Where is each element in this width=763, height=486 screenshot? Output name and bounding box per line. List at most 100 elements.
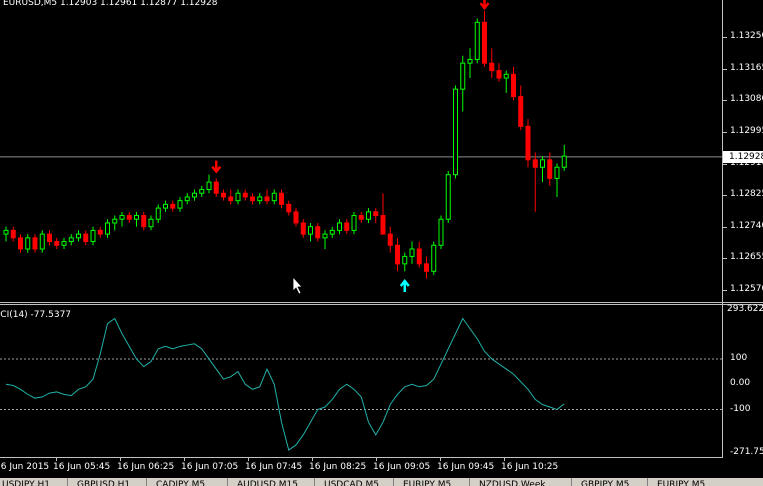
- chart-tab[interactable]: AUDUSD,M15: [227, 478, 303, 486]
- price-label: 1.12570: [730, 283, 763, 294]
- price-label: 1.12995: [730, 125, 763, 136]
- candle-body: [18, 237, 23, 250]
- price-tick: [722, 226, 727, 228]
- candle-body: [97, 229, 103, 235]
- candle-body: [242, 192, 248, 198]
- candle-body: [315, 226, 321, 239]
- candle-body: [250, 196, 255, 202]
- candle-body: [32, 237, 38, 250]
- chart-tab[interactable]: EURJPY,M5: [647, 478, 723, 486]
- candle-body: [61, 241, 67, 246]
- price-chart-pane[interactable]: EURUSD,M5 1.12903 1.12961 1.12877 1.1292…: [0, 0, 722, 301]
- time-tick: [184, 457, 185, 461]
- candle-body: [271, 192, 277, 202]
- sell-arrow: [479, 0, 490, 11]
- pane-separator-bottom[interactable]: [0, 304, 763, 305]
- indicator-pane[interactable]: CCI(14) -77.5377: [0, 306, 722, 457]
- time-label: 16 Jun 10:25: [501, 462, 559, 472]
- price-tick: [722, 163, 727, 165]
- chart-tab[interactable]: CADJPY,M5: [146, 478, 222, 486]
- sell-arrow-shape: [211, 160, 222, 174]
- price-tick: [722, 37, 727, 39]
- candle-body: [445, 174, 451, 220]
- candle-body: [351, 215, 357, 231]
- time-tick: [440, 457, 441, 461]
- indicator-title: CCI(14) -77.5377: [0, 310, 72, 320]
- time-tick: [120, 457, 121, 461]
- price-label: 1.12825: [730, 189, 763, 200]
- candle-body: [474, 21, 480, 60]
- candle-body: [482, 21, 487, 64]
- candle-body: [344, 222, 350, 231]
- candle-body: [264, 196, 270, 202]
- candle-body: [155, 207, 161, 220]
- time-label: 16 Jun 05:45: [53, 462, 111, 472]
- chart-tab-bar: USDJPY,H1 GBPUSD,H1 CADJPY,M5 AUDUSD,M15 USD…: [0, 478, 763, 486]
- sell-arrow-shape: [479, 0, 490, 11]
- candle-body: [25, 237, 31, 250]
- time-label: 16 Jun 06:25: [117, 462, 175, 472]
- candle-body: [402, 255, 408, 265]
- chart-tab[interactable]: NZDUSD,Weekly: [469, 478, 545, 486]
- candle-body: [540, 159, 545, 168]
- candle-body: [380, 215, 386, 235]
- candle-body: [395, 244, 400, 265]
- candle-body: [199, 189, 205, 194]
- time-label: 16 Jun 07:05: [181, 462, 239, 472]
- cci-chart-canvas[interactable]: [0, 306, 722, 457]
- candle-body: [547, 159, 553, 179]
- candle-body: [503, 73, 509, 79]
- candle-body: [170, 203, 176, 209]
- candle-body: [286, 203, 292, 213]
- candle-body: [119, 215, 125, 220]
- candle-body: [489, 62, 495, 72]
- indicator-label: 293.6221: [727, 304, 763, 314]
- chart-tab[interactable]: EURJPY,M5: [393, 478, 469, 486]
- price-label: 1.13165: [730, 62, 763, 73]
- candle-body: [235, 192, 241, 202]
- candle-body: [293, 211, 299, 224]
- candle-body: [532, 159, 538, 168]
- candle-body: [83, 233, 89, 243]
- buy-arrow: [399, 278, 410, 292]
- candle-body: [467, 58, 473, 64]
- time-tick: [56, 457, 57, 461]
- candle-body: [10, 229, 16, 239]
- candle-body: [221, 192, 226, 198]
- time-tick: [312, 457, 313, 461]
- chart-tab[interactable]: USDJPY,H1: [0, 478, 68, 486]
- candle-body: [228, 196, 234, 202]
- candle-body: [39, 233, 45, 250]
- candle-body: [90, 229, 96, 243]
- candle-body: [525, 125, 531, 161]
- candle-body: [300, 222, 306, 235]
- candle-body: [213, 181, 219, 194]
- time-label: 16 Jun 2015: [0, 462, 50, 472]
- candle-body: [192, 192, 197, 198]
- candle-body: [184, 196, 190, 202]
- price-tick: [722, 100, 727, 102]
- candle-body: [518, 96, 524, 127]
- time-tick: [248, 457, 249, 461]
- chart-tab[interactable]: USDCAD,M5: [314, 478, 390, 486]
- indicator-label: 100: [730, 352, 748, 363]
- candle-body: [366, 211, 371, 220]
- cci-line: [5, 317, 565, 451]
- candle-body: [308, 226, 313, 235]
- candle-body: [206, 181, 212, 191]
- pane-separator-top[interactable]: [0, 302, 763, 303]
- candle-body: [424, 263, 429, 272]
- chart-tab[interactable]: GBPUSD,H1: [67, 478, 143, 486]
- price-chart-canvas[interactable]: [0, 0, 722, 301]
- candle-body: [54, 241, 60, 246]
- candle-body: [141, 215, 147, 228]
- buy-arrow-shape: [399, 278, 410, 292]
- indicator-label: -271.7594: [730, 447, 763, 457]
- price-label: 1.12655: [730, 252, 763, 263]
- candle-body: [322, 233, 328, 239]
- candle-body: [3, 229, 9, 235]
- price-tick: [722, 289, 727, 291]
- chart-tab[interactable]: GBPJPY,M5: [571, 478, 647, 486]
- time-tick: [376, 457, 377, 461]
- candle-body: [387, 233, 393, 246]
